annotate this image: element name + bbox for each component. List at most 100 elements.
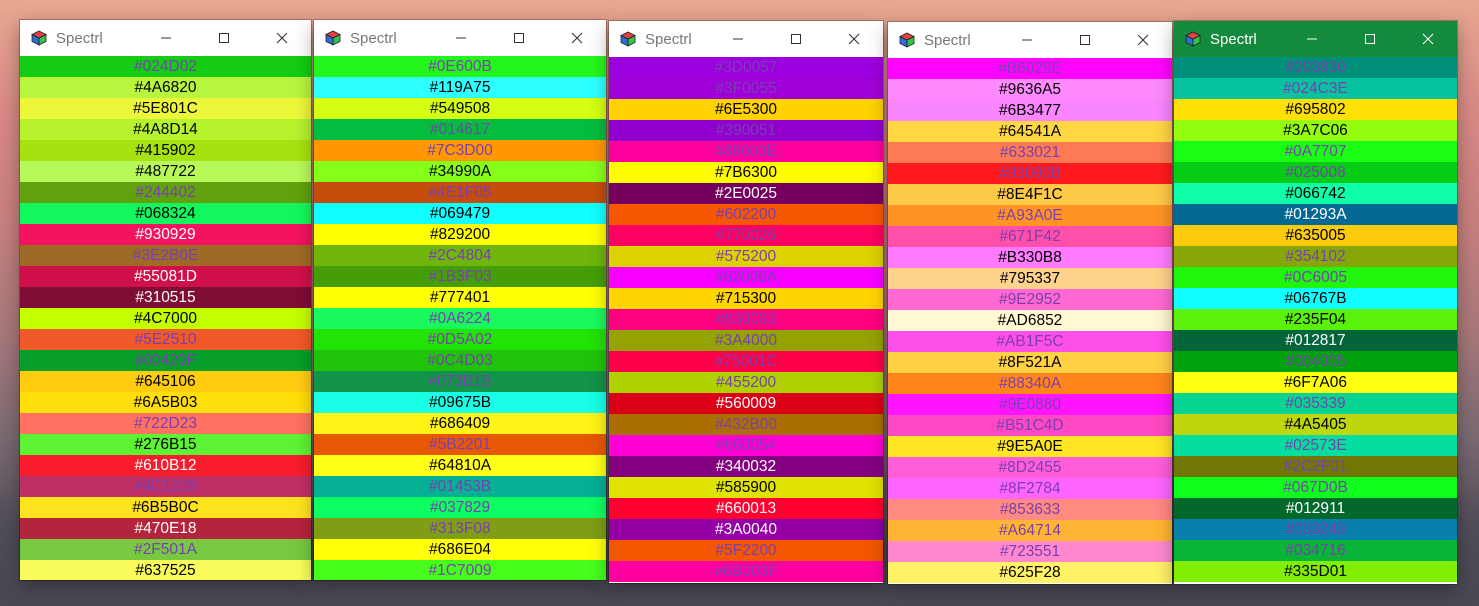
minimize-button[interactable] — [432, 20, 490, 56]
color-swatch-row[interactable]: #8F521A — [888, 352, 1172, 373]
color-swatch-row[interactable]: #633021 — [888, 142, 1172, 163]
color-swatch-row[interactable]: #014617 — [314, 119, 606, 140]
maximize-button[interactable] — [490, 20, 548, 56]
color-swatch-row[interactable]: #390051 — [609, 120, 883, 141]
color-swatch-row[interactable]: #829200 — [314, 224, 606, 245]
color-swatch-row[interactable]: #310515 — [20, 287, 311, 308]
color-swatch-row[interactable]: #4C1228 — [20, 476, 311, 497]
color-swatch-row[interactable]: #354102 — [1174, 246, 1457, 267]
color-swatch-row[interactable]: #715300 — [609, 288, 883, 309]
maximize-button[interactable] — [1056, 22, 1114, 58]
color-swatch-row[interactable]: #069479 — [314, 203, 606, 224]
color-swatch-row[interactable]: #00420F — [20, 350, 311, 371]
color-swatch-row[interactable]: #770026 — [609, 225, 883, 246]
color-swatch-row[interactable]: #62006A — [609, 267, 883, 288]
color-swatch-row[interactable]: #244402 — [20, 182, 311, 203]
color-swatch-row[interactable]: #6B5B0C — [20, 497, 311, 518]
color-list[interactable]: #B6029E #9636A5 #6B3477 #64541A #633021 #9309… — [888, 58, 1172, 583]
spectrl-app-icon[interactable] — [899, 32, 915, 48]
color-swatch-row[interactable]: #02573E — [1174, 435, 1457, 456]
color-swatch-row[interactable]: #09675B — [314, 392, 606, 413]
window-titlebar[interactable]: Spectrl — [314, 20, 606, 56]
color-swatch-row[interactable]: #9E5A0E — [888, 436, 1172, 457]
color-swatch-row[interactable]: #6B003F — [609, 561, 883, 582]
color-swatch-row[interactable]: #6F7A06 — [1174, 372, 1457, 393]
color-swatch-row[interactable]: #470E18 — [20, 518, 311, 539]
color-swatch-row[interactable]: #06767B — [1174, 288, 1457, 309]
color-swatch-row[interactable]: #3D0057 — [609, 57, 883, 78]
color-swatch-row[interactable]: #55081D — [20, 266, 311, 287]
color-swatch-row[interactable]: #5E2510 — [20, 329, 311, 350]
color-swatch-row[interactable]: #4A5405 — [1174, 414, 1457, 435]
color-swatch-row[interactable]: #88003E — [609, 141, 883, 162]
color-swatch-row[interactable]: #073B1B — [314, 371, 606, 392]
color-swatch-row[interactable]: #602200 — [609, 204, 883, 225]
color-swatch-row[interactable]: #4A6820 — [20, 77, 311, 98]
color-swatch-row[interactable]: #119A75 — [314, 77, 606, 98]
color-swatch-row[interactable]: #610B12 — [20, 455, 311, 476]
color-swatch-row[interactable]: #2C4804 — [314, 245, 606, 266]
color-list[interactable]: #003830 #024C3E #695802 #3A7C06 #0A7707 #0250… — [1174, 57, 1457, 582]
color-swatch-row[interactable]: #637525 — [20, 560, 311, 580]
color-swatch-row[interactable]: #722D23 — [20, 413, 311, 434]
color-swatch-row[interactable]: #01453B — [314, 476, 606, 497]
color-swatch-row[interactable]: #037829 — [314, 497, 606, 518]
color-swatch-row[interactable]: #0C4D03 — [314, 350, 606, 371]
color-swatch-row[interactable]: #4E1F05 — [314, 182, 606, 203]
color-swatch-row[interactable]: #0A6224 — [314, 308, 606, 329]
color-swatch-row[interactable]: #0E600B — [314, 56, 606, 77]
color-swatch-row[interactable]: #560009 — [609, 393, 883, 414]
color-swatch-row[interactable]: #9636A5 — [888, 79, 1172, 100]
color-swatch-row[interactable]: #686E04 — [314, 539, 606, 560]
window-titlebar[interactable]: Spectrl — [20, 20, 311, 56]
spectrl-app-icon[interactable] — [1185, 31, 1201, 47]
color-swatch-row[interactable]: #2F501A — [20, 539, 311, 560]
color-swatch-row[interactable]: #3A7C06 — [1174, 120, 1457, 141]
color-swatch-row[interactable]: #695802 — [1174, 99, 1457, 120]
color-swatch-row[interactable]: #313F08 — [314, 518, 606, 539]
close-button[interactable] — [548, 20, 606, 56]
color-swatch-row[interactable]: #9E2952 — [888, 289, 1172, 310]
color-swatch-row[interactable]: #2C2F01 — [1174, 456, 1457, 477]
color-swatch-row[interactable]: #A64714 — [888, 520, 1172, 541]
maximize-button[interactable] — [767, 21, 825, 57]
window-titlebar[interactable]: Spectrl — [888, 22, 1172, 58]
color-swatch-row[interactable]: #3E2B0E — [20, 245, 311, 266]
color-swatch-row[interactable]: #5E801C — [20, 98, 311, 119]
close-button[interactable] — [253, 20, 311, 56]
color-swatch-row[interactable]: #033243 — [1174, 519, 1457, 540]
color-swatch-row[interactable]: #2E0025 — [609, 183, 883, 204]
color-swatch-row[interactable]: #1B3F03 — [314, 266, 606, 287]
window-titlebar[interactable]: Spectrl — [609, 21, 883, 57]
color-swatch-row[interactable]: #487722 — [20, 161, 311, 182]
color-swatch-row[interactable]: #067D0B — [1174, 477, 1457, 498]
color-swatch-row[interactable]: #660054 — [609, 435, 883, 456]
color-swatch-row[interactable]: #64541A — [888, 121, 1172, 142]
color-swatch-row[interactable]: #64810A — [314, 455, 606, 476]
spectrl-window-4[interactable]: Spectrl #B6029E #9636A5 #6B3477 #64541A #6330… — [888, 22, 1172, 584]
color-swatch-row[interactable]: #88340A — [888, 373, 1172, 394]
color-swatch-row[interactable]: #3F0055 — [609, 78, 883, 99]
spectrl-window-1[interactable]: Spectrl #024D02 #4A6820 #5E801C #4A8D14 #4159… — [20, 20, 311, 580]
color-swatch-row[interactable]: #4C7000 — [20, 308, 311, 329]
color-swatch-row[interactable]: #340032 — [609, 456, 883, 477]
color-swatch-row[interactable]: #025008 — [1174, 162, 1457, 183]
color-swatch-row[interactable]: #5F2200 — [609, 540, 883, 561]
color-swatch-row[interactable]: #8D2455 — [888, 457, 1172, 478]
color-swatch-row[interactable]: #6E5300 — [609, 99, 883, 120]
color-swatch-row[interactable]: #012817 — [1174, 330, 1457, 351]
color-swatch-row[interactable]: #1C7009 — [314, 560, 606, 580]
color-swatch-row[interactable]: #8F2784 — [888, 478, 1172, 499]
color-swatch-row[interactable]: #9E0880 — [888, 394, 1172, 415]
color-swatch-row[interactable]: #625F28 — [888, 562, 1172, 583]
spectrl-app-icon[interactable] — [620, 31, 636, 47]
color-swatch-row[interactable]: #335D01 — [1174, 561, 1457, 582]
close-button[interactable] — [825, 21, 883, 57]
color-swatch-row[interactable]: #8E4F1C — [888, 184, 1172, 205]
minimize-button[interactable] — [1283, 21, 1341, 57]
color-swatch-row[interactable]: #B6029E — [888, 58, 1172, 79]
color-swatch-row[interactable]: #6B3477 — [888, 100, 1172, 121]
color-swatch-row[interactable]: #75001C — [609, 351, 883, 372]
window-titlebar[interactable]: Spectrl — [1174, 21, 1457, 57]
color-swatch-row[interactable]: #6A5B03 — [20, 392, 311, 413]
